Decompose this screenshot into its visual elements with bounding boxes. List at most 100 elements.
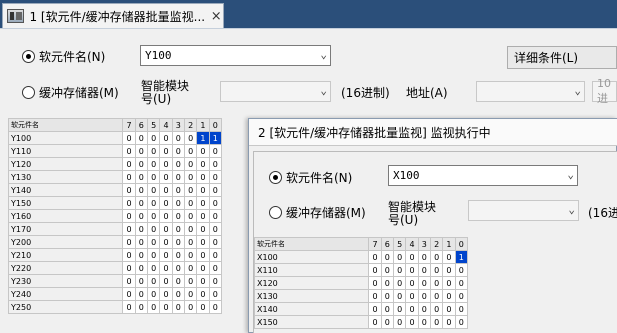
table-row[interactable]: X120 0 0 0 0 0 0 0 0 — [253, 276, 469, 290]
bit-cell[interactable]: 0 — [196, 287, 210, 301]
bit-cell[interactable]: 0 — [146, 235, 161, 249]
bit-cell[interactable]: 0 — [146, 209, 161, 223]
bit-cell[interactable]: 0 — [183, 183, 198, 197]
bit-cell[interactable]: 0 — [417, 276, 431, 290]
bit-cell[interactable]: 0 — [159, 261, 173, 275]
bit-cell[interactable]: 0 — [196, 300, 210, 314]
bit-cell[interactable]: 0 — [122, 131, 136, 145]
bit-cell[interactable]: 0 — [208, 170, 223, 184]
bit-cell[interactable]: 0 — [122, 196, 136, 210]
bit-cell[interactable]: 0 — [134, 170, 149, 184]
bit-cell[interactable]: 0 — [429, 315, 444, 329]
bit-cell[interactable]: 0 — [122, 235, 136, 249]
device-cell[interactable]: X150 — [253, 315, 370, 329]
bit-cell[interactable]: 0 — [405, 302, 419, 316]
bit-cell[interactable]: 0 — [171, 287, 185, 301]
bit-cell[interactable]: 0 — [159, 222, 173, 236]
bit-cell[interactable]: 0 — [196, 261, 210, 275]
bit-cell[interactable]: 0 — [122, 248, 136, 262]
device-cell[interactable]: Y200 — [7, 235, 124, 249]
bit-cell[interactable]: 0 — [134, 274, 149, 288]
bit-cell[interactable]: 0 — [392, 250, 407, 264]
bit-cell[interactable]: 0 — [183, 157, 198, 171]
bit-cell[interactable]: 0 — [429, 263, 444, 277]
bit-cell[interactable]: 0 — [442, 263, 456, 277]
bit-cell[interactable]: 0 — [134, 196, 149, 210]
bit-cell[interactable]: 0 — [183, 222, 198, 236]
bit-cell[interactable]: 0 — [146, 261, 161, 275]
bit-cell[interactable]: 0 — [392, 263, 407, 277]
bit-cell[interactable]: 0 — [122, 183, 136, 197]
bit-cell[interactable]: 0 — [183, 300, 198, 314]
bit-cell[interactable]: 0 — [429, 289, 444, 303]
bit-cell[interactable]: 0 — [122, 300, 136, 314]
bit-cell[interactable]: 0 — [183, 170, 198, 184]
bit-cell[interactable]: 0 — [146, 222, 161, 236]
table-row[interactable]: Y250 0 0 0 0 0 0 0 0 — [7, 300, 223, 314]
bit-cell[interactable]: 0 — [196, 222, 210, 236]
bit-cell[interactable]: 0 — [208, 157, 223, 171]
bit-cell[interactable]: 0 — [146, 274, 161, 288]
bit-cell[interactable]: 0 — [134, 183, 149, 197]
bit-cell[interactable]: 0 — [183, 131, 198, 145]
bit-cell[interactable]: 0 — [134, 157, 149, 171]
bit-cell[interactable]: 0 — [208, 287, 223, 301]
bit-cell[interactable]: 0 — [146, 170, 161, 184]
bit-cell[interactable]: 0 — [171, 131, 185, 145]
device-cell[interactable]: Y210 — [7, 248, 124, 262]
bit-cell[interactable]: 0 — [196, 209, 210, 223]
table-row[interactable]: Y120 0 0 0 0 0 0 0 0 — [7, 157, 223, 171]
bit-cell[interactable]: 0 — [454, 315, 469, 329]
bit-cell[interactable]: 0 — [442, 250, 456, 264]
bit-cell[interactable]: 0 — [122, 170, 136, 184]
bit-cell[interactable]: 0 — [208, 144, 223, 158]
table-row[interactable]: Y140 0 0 0 0 0 0 0 0 — [7, 183, 223, 197]
bit-cell[interactable]: 0 — [159, 300, 173, 314]
bit-cell[interactable]: 0 — [417, 315, 431, 329]
table-row[interactable]: Y230 0 0 0 0 0 0 0 0 — [7, 274, 223, 288]
bit-cell[interactable]: 0 — [159, 209, 173, 223]
bit-cell[interactable]: 0 — [208, 261, 223, 275]
bit-cell[interactable]: 0 — [405, 315, 419, 329]
bit-cell[interactable]: 0 — [122, 274, 136, 288]
bit-cell[interactable]: 0 — [146, 300, 161, 314]
bit-cell[interactable]: 0 — [171, 144, 185, 158]
bit-cell[interactable]: 0 — [159, 157, 173, 171]
bit-cell[interactable]: 0 — [134, 248, 149, 262]
bit-cell[interactable]: 1 — [196, 131, 210, 145]
table-row[interactable]: Y130 0 0 0 0 0 0 0 0 — [7, 170, 223, 184]
bit-cell[interactable]: 0 — [208, 248, 223, 262]
bit-cell[interactable]: 0 — [183, 248, 198, 262]
bit-cell[interactable]: 0 — [380, 315, 395, 329]
bit-cell[interactable]: 0 — [368, 302, 382, 316]
bit-cell[interactable]: 0 — [134, 144, 149, 158]
device-cell[interactable]: Y100 — [7, 131, 124, 145]
device-name-radio[interactable] — [22, 50, 35, 63]
bit-cell[interactable]: 0 — [159, 183, 173, 197]
bit-cell[interactable]: 0 — [417, 302, 431, 316]
bit-cell[interactable]: 0 — [429, 302, 444, 316]
detail-conditions-button[interactable]: 详细条件(L) — [507, 46, 617, 69]
table-row[interactable]: X100 0 0 0 0 0 0 0 1 — [253, 250, 469, 264]
table-row[interactable]: Y160 0 0 0 0 0 0 0 0 — [7, 209, 223, 223]
bit-cell[interactable]: 0 — [454, 276, 469, 290]
device-cell[interactable]: Y240 — [7, 287, 124, 301]
bit-cell[interactable]: 0 — [442, 302, 456, 316]
bit-cell[interactable]: 0 — [159, 287, 173, 301]
device-cell[interactable]: Y160 — [7, 209, 124, 223]
bit-cell[interactable]: 0 — [122, 144, 136, 158]
bit-cell[interactable]: 0 — [171, 261, 185, 275]
bit-cell[interactable]: 0 — [122, 287, 136, 301]
device-name-combo-2[interactable]: X100 ⌄ — [388, 165, 578, 186]
device-cell[interactable]: Y230 — [7, 274, 124, 288]
bit-cell[interactable]: 0 — [380, 302, 395, 316]
bit-cell[interactable]: 0 — [196, 183, 210, 197]
bit-cell[interactable]: 0 — [392, 276, 407, 290]
device-cell[interactable]: X100 — [253, 250, 370, 264]
bit-cell[interactable]: 0 — [208, 209, 223, 223]
bit-cell[interactable]: 0 — [454, 302, 469, 316]
device-cell[interactable]: Y170 — [7, 222, 124, 236]
bit-cell[interactable]: 0 — [392, 315, 407, 329]
bit-cell[interactable]: 0 — [454, 289, 469, 303]
bit-cell[interactable]: 0 — [159, 144, 173, 158]
